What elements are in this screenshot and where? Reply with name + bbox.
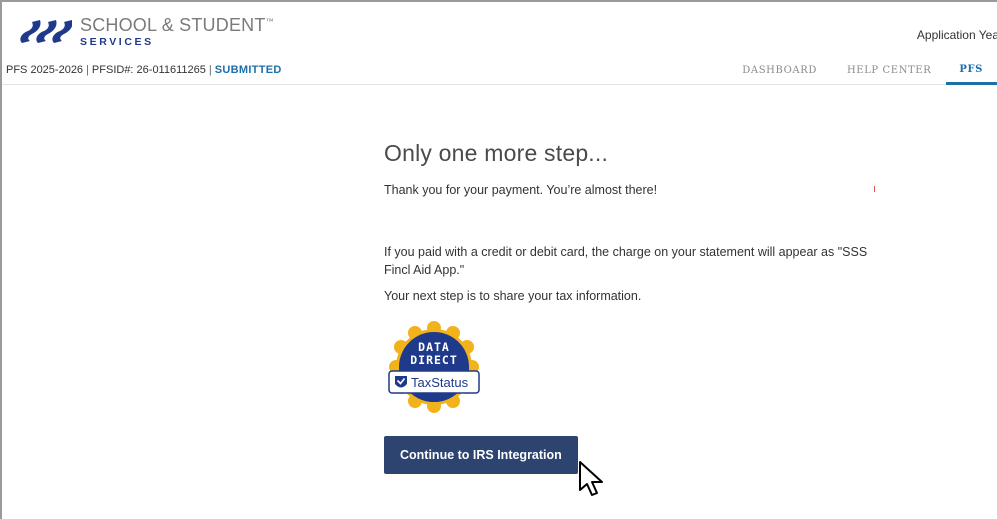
- application-year-selector[interactable]: Application Yea: [917, 28, 997, 42]
- data-direct-taxstatus-badge: DATA DIRECT TaxStatus: [388, 321, 480, 413]
- top-nav: DASHBOARD HELP CENTER PFS: [727, 58, 997, 85]
- nav-dashboard[interactable]: DASHBOARD: [727, 58, 832, 85]
- taxstatus-shield-icon: [395, 376, 407, 388]
- sss-logo[interactable]: SCHOOL & STUDENT™ SERVICES: [16, 16, 274, 48]
- badge-seal: [389, 321, 479, 413]
- red-mark: [874, 186, 875, 192]
- logo-title: SCHOOL & STUDENT: [80, 15, 266, 35]
- pfs-subheader: PFS 2025-2026 | PFSID#: 26-011611265 | SUBMI…: [2, 58, 997, 85]
- separator: |: [86, 64, 89, 76]
- pfs-id: PFSID#: 26-011611265: [91, 64, 206, 76]
- badge-line1: DATA: [418, 340, 450, 354]
- nav-help-center[interactable]: HELP CENTER: [832, 58, 946, 85]
- page-title: Only one more step...: [384, 140, 609, 166]
- mouse-pointer-icon: [579, 461, 603, 496]
- pfs-year: PFS 2025-2026: [6, 64, 84, 76]
- thank-you-text: Thank you for your payment. You’re almos…: [384, 183, 658, 197]
- logo-subtitle: SERVICES: [80, 36, 154, 48]
- badge-brand: TaxStatus: [411, 375, 469, 390]
- nav-pfs[interactable]: PFS: [946, 58, 997, 85]
- separator: |: [208, 64, 212, 76]
- next-step-text: Your next step is to share your tax info…: [384, 289, 642, 303]
- pfs-info: PFS 2025-2026 | PFSID#: 26-011611265 | SUBMI…: [6, 64, 282, 76]
- card-charge-note: If you paid with a credit or debit card,…: [384, 245, 868, 277]
- badge-line2: DIRECT: [410, 353, 458, 367]
- status-badge: SUBMITTED: [214, 64, 282, 76]
- trademark-symbol: ™: [265, 17, 274, 26]
- main-content: Only one more step... Thank you for your…: [384, 140, 904, 474]
- continue-irs-integration-button[interactable]: Continue to IRS Integration: [384, 436, 578, 474]
- sss-logo-mark-icon: [20, 19, 72, 43]
- site-header: SCHOOL & STUDENT™ SERVICES Application Y…: [2, 2, 997, 58]
